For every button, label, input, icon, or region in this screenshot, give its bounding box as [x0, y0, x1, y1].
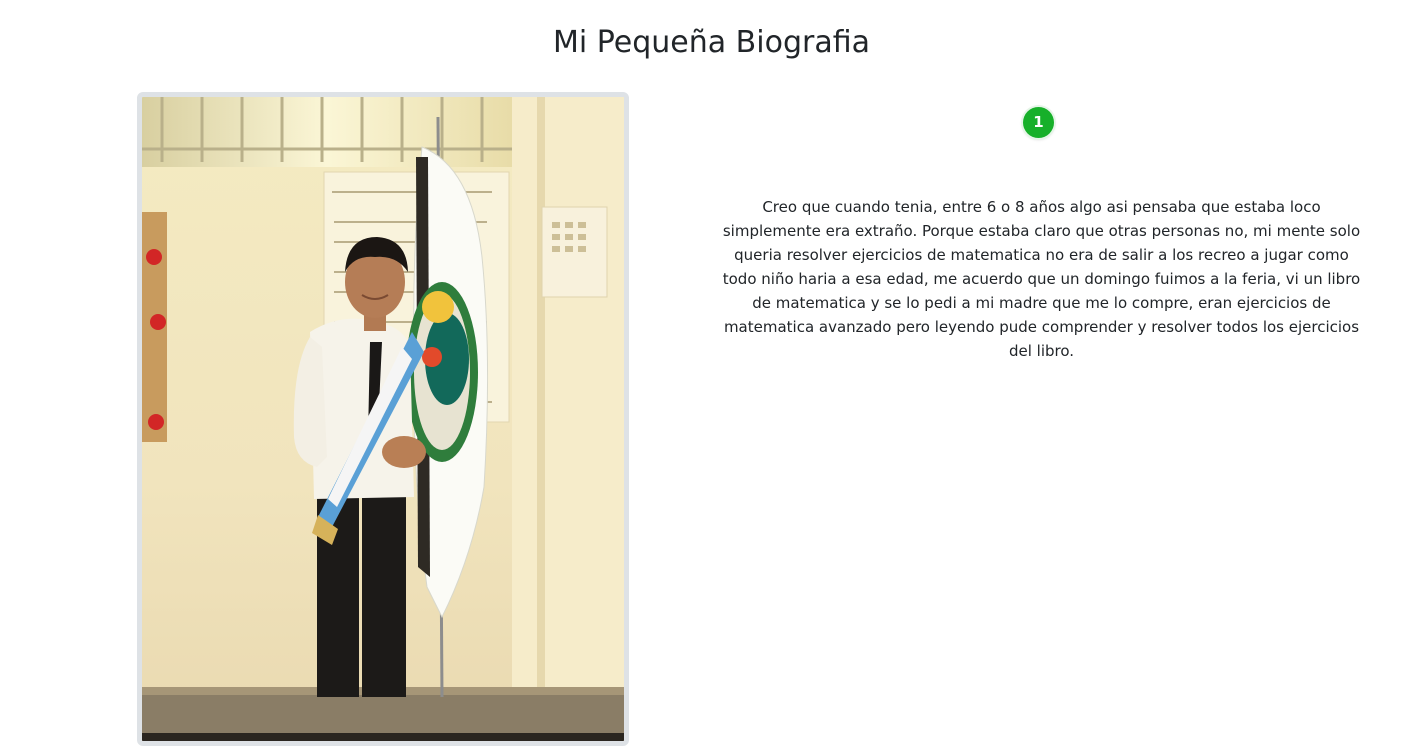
- page-title: Mi Pequeña Biografia: [553, 25, 870, 60]
- step-number-badge: 1: [1023, 107, 1054, 138]
- biography-text: Creo que cuando tenia, entre 6 o 8 años …: [722, 198, 1361, 360]
- photo-illustration: [142, 97, 624, 741]
- biography-photo: [137, 92, 629, 746]
